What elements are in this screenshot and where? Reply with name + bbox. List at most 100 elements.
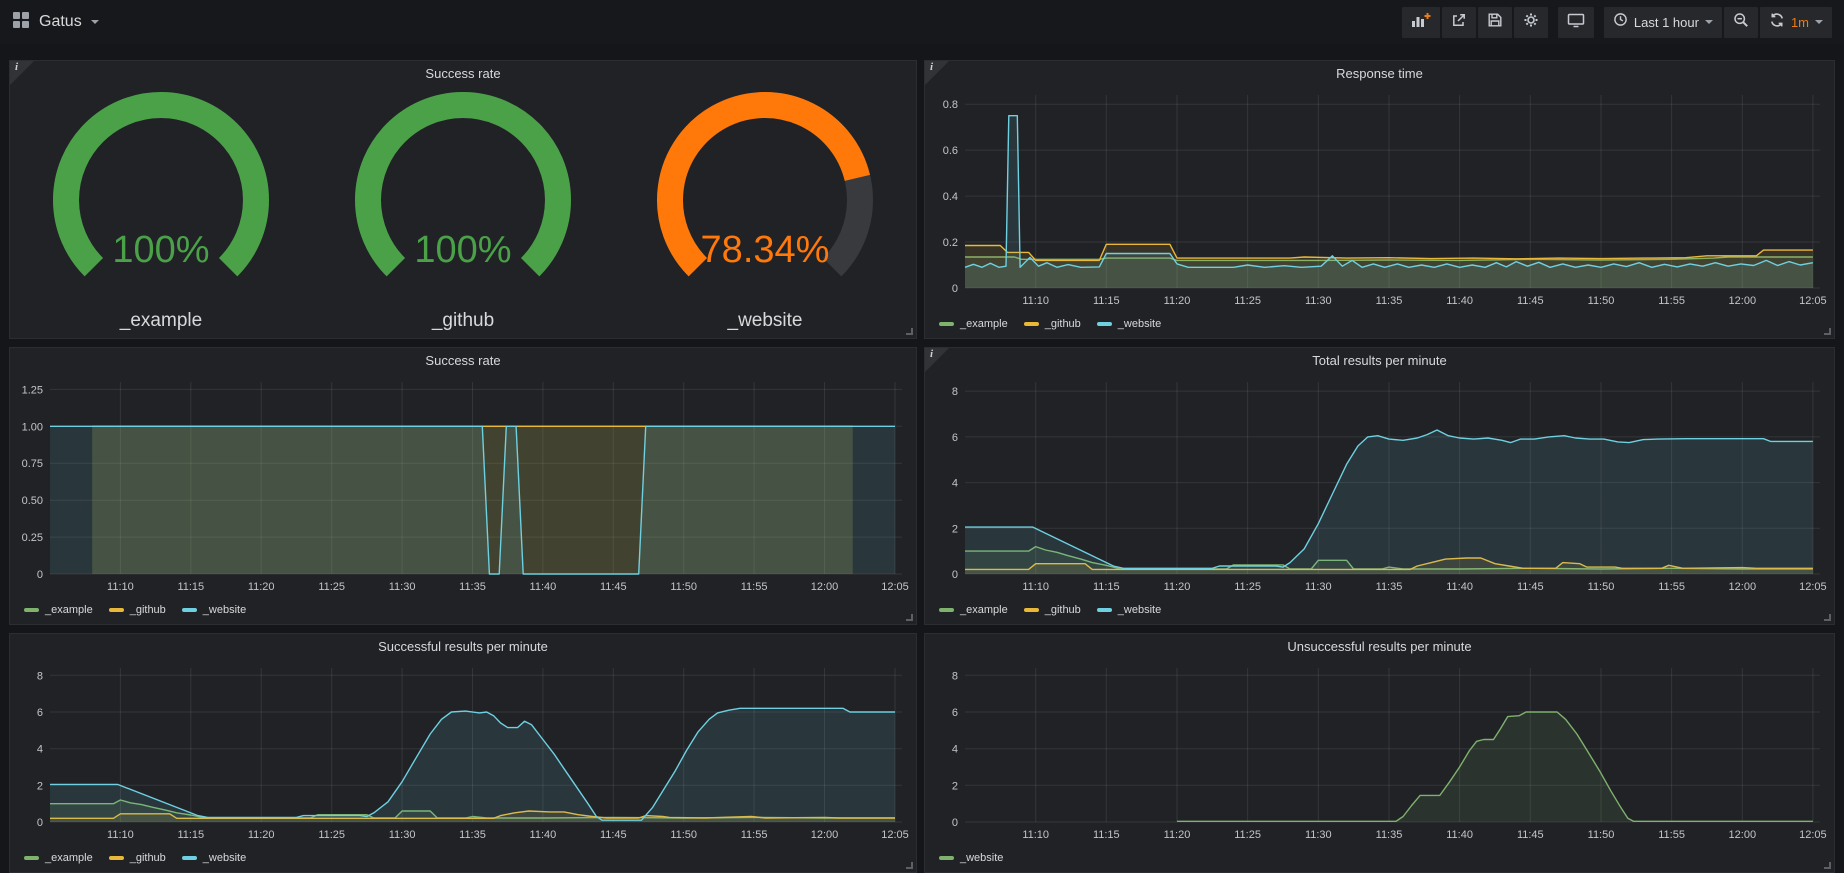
add-panel-icon [1411, 12, 1431, 33]
x-tick-label: 11:15 [1093, 829, 1120, 841]
legend-marker [24, 608, 39, 612]
panel-title[interactable]: Success rate [10, 348, 916, 374]
x-tick-label: 11:10 [107, 581, 134, 593]
x-tick-label: 11:45 [1517, 295, 1544, 307]
x-tick-label: 11:50 [670, 581, 697, 593]
legend-item-_example[interactable]: _example [939, 318, 1008, 330]
x-tick-label: 11:40 [530, 829, 557, 841]
y-tick-label: 0.75 [22, 458, 43, 470]
panel-resize-handle[interactable] [1824, 328, 1831, 335]
caret-down-icon [1705, 20, 1713, 24]
refresh-button[interactable]: 1m [1760, 7, 1832, 38]
legend-item-_example[interactable]: _example [24, 852, 93, 864]
zoom-out-button[interactable] [1724, 7, 1758, 38]
legend-marker [24, 856, 39, 860]
save-button[interactable] [1478, 7, 1512, 38]
y-tick-label: 0.25 [22, 532, 43, 544]
panel-title[interactable]: Unsuccessful results per minute [925, 634, 1834, 660]
x-tick-label: 12:05 [1799, 581, 1827, 593]
settings-button[interactable] [1514, 7, 1548, 38]
legend-item-_website[interactable]: _website [1097, 318, 1161, 330]
share-button[interactable] [1442, 7, 1476, 38]
y-tick-label: 4 [37, 744, 43, 756]
x-tick-label: 11:25 [318, 829, 345, 841]
series-area-_website [965, 430, 1813, 574]
panel-title[interactable]: Successful results per minute [10, 634, 916, 660]
x-tick-label: 11:45 [600, 581, 627, 593]
chart-legend: _example _github _website [925, 596, 1834, 624]
legend-label: _github [1045, 604, 1081, 616]
chart-canvas: 00.20.40.60.811:1011:1511:2011:2511:3011… [925, 87, 1834, 310]
y-tick-label: 1.25 [22, 384, 43, 396]
panel-resize-handle[interactable] [1824, 862, 1831, 869]
x-tick-label: 11:15 [177, 829, 204, 841]
legend-label: _github [1045, 318, 1081, 330]
x-tick-label: 11:55 [1658, 581, 1685, 593]
x-tick-label: 11:15 [1093, 581, 1120, 593]
chart-successful-results: 0246811:1011:1511:2011:2511:3011:3511:40… [10, 660, 916, 844]
legend-label: _example [45, 604, 93, 616]
legend-item-_github[interactable]: _github [1024, 318, 1081, 330]
x-tick-label: 11:15 [1093, 295, 1120, 307]
x-tick-label: 11:40 [1446, 829, 1473, 841]
chart-success-rate: 00.250.500.751.001.2511:1011:1511:2011:2… [10, 374, 916, 596]
legend-label: _website [203, 604, 246, 616]
x-tick-label: 11:45 [1517, 581, 1544, 593]
panel-resize-handle[interactable] [906, 862, 913, 869]
legend-marker [1097, 608, 1112, 612]
tv-mode-button[interactable] [1558, 7, 1594, 38]
x-tick-label: 12:00 [1729, 295, 1757, 307]
legend-item-_website[interactable]: _website [939, 852, 1003, 864]
x-tick-label: 11:55 [1658, 295, 1685, 307]
legend-item-_website[interactable]: _website [1097, 604, 1161, 616]
legend-item-_github[interactable]: _github [1024, 604, 1081, 616]
x-tick-label: 11:35 [1376, 829, 1403, 841]
legend-marker [939, 322, 954, 326]
x-tick-label: 12:05 [1799, 829, 1827, 841]
clock-icon [1613, 12, 1628, 32]
panel-title[interactable]: Total results per minute [925, 348, 1834, 374]
panel-info-icon[interactable]: i [925, 61, 949, 85]
navbar-actions: Last 1 hour 1m [1402, 7, 1832, 38]
legend-item-_github[interactable]: _github [109, 604, 166, 616]
legend-marker [109, 856, 124, 860]
legend-item-_website[interactable]: _website [182, 852, 246, 864]
dashboard-title[interactable]: Gatus [39, 13, 82, 31]
x-tick-label: 11:20 [1164, 829, 1191, 841]
panel-info-icon[interactable]: i [10, 61, 34, 85]
y-tick-label: 0 [952, 569, 958, 581]
y-tick-label: 2 [37, 780, 43, 792]
legend-label: _example [45, 852, 93, 864]
y-tick-label: 0.8 [943, 99, 958, 111]
legend-item-_website[interactable]: _website [182, 604, 246, 616]
x-tick-label: 11:55 [741, 829, 768, 841]
time-range-button[interactable]: Last 1 hour [1604, 7, 1722, 38]
legend-label: _website [960, 852, 1003, 864]
dashboard-title-group[interactable]: Gatus [12, 11, 99, 34]
series-area-_website [50, 426, 895, 574]
panel-actions-group [1402, 7, 1548, 38]
add-panel-button[interactable] [1402, 7, 1440, 38]
panel-title[interactable]: Response time [925, 61, 1834, 87]
gauge-value: 100% [112, 229, 209, 271]
legend-item-_github[interactable]: _github [109, 852, 166, 864]
y-tick-label: 4 [952, 744, 958, 756]
chart-canvas: 0246811:1011:1511:2011:2511:3011:3511:40… [925, 374, 1834, 596]
y-tick-label: 6 [952, 707, 958, 719]
y-tick-label: 6 [37, 707, 43, 719]
x-tick-label: 12:00 [811, 581, 839, 593]
x-tick-label: 11:40 [1446, 295, 1473, 307]
x-tick-label: 12:00 [1729, 829, 1757, 841]
chart-canvas: 0246811:1011:1511:2011:2511:3011:3511:40… [925, 660, 1834, 844]
panel-resize-handle[interactable] [906, 614, 913, 621]
panel-info-icon[interactable]: i [925, 348, 949, 372]
x-tick-label: 11:50 [1588, 829, 1615, 841]
save-icon [1487, 12, 1503, 33]
panel-resize-handle[interactable] [906, 328, 913, 335]
panel-resize-handle[interactable] [1824, 614, 1831, 621]
x-tick-label: 11:20 [248, 581, 275, 593]
navbar: Gatus [0, 0, 1844, 44]
gauge-value: 100% [414, 229, 511, 271]
legend-item-_example[interactable]: _example [24, 604, 93, 616]
legend-item-_example[interactable]: _example [939, 604, 1008, 616]
